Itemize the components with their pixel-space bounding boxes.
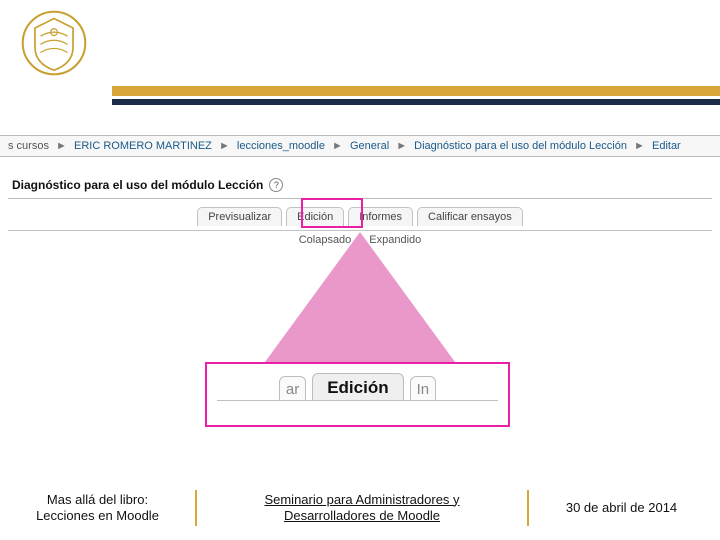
crumb-sep: ► <box>332 140 343 152</box>
footer-left-line2: Lecciones en Moodle <box>14 508 181 524</box>
footer-mid-line2: Desarrolladores de Moodle <box>211 508 513 524</box>
tab-previsualizar[interactable]: Previsualizar <box>197 207 282 226</box>
zoom-next-fragment: In <box>410 376 437 400</box>
brand-bars <box>0 83 720 107</box>
crumb-4[interactable]: Diagnóstico para el uso del módulo Lecci… <box>414 140 627 152</box>
page-title: Diagnóstico para el uso del módulo Lecci… <box>12 178 263 192</box>
callout-box-bottom: ar Edición In <box>205 362 510 427</box>
tabs-row: Previsualizar Edición Informes Calificar… <box>8 205 712 230</box>
crumb-sep: ► <box>56 140 67 152</box>
zoom-tab-edicion[interactable]: Edición <box>312 373 403 400</box>
zoom-divider <box>217 400 498 401</box>
navy-bar <box>112 99 720 105</box>
header-area <box>0 5 720 93</box>
crumb-0: s cursos <box>8 140 49 152</box>
footer-date: 30 de abril de 2014 <box>543 500 700 516</box>
crumb-5[interactable]: Editar <box>652 140 681 152</box>
divider <box>8 198 712 199</box>
crumb-2[interactable]: lecciones_moodle <box>237 140 325 152</box>
gold-bar <box>112 86 720 96</box>
breadcrumb: s cursos ► ERIC ROMERO MARTINEZ ► leccio… <box>0 135 720 157</box>
footer: Mas allá del libro: Lecciones en Moodle … <box>0 488 720 529</box>
help-icon[interactable]: ? <box>269 178 283 192</box>
tab-informes[interactable]: Informes <box>348 207 413 226</box>
crumb-sep: ► <box>396 140 407 152</box>
crumb-sep: ► <box>219 140 230 152</box>
shield-icon <box>20 9 88 77</box>
zoom-prev-fragment: ar <box>279 376 306 400</box>
subtab-colapsado[interactable]: Colapsado <box>299 234 352 246</box>
crumb-3[interactable]: General <box>350 140 389 152</box>
footer-left-line1: Mas allá del libro: <box>14 492 181 508</box>
tab-edicion[interactable]: Edición <box>286 207 344 226</box>
crumb-1[interactable]: ERIC ROMERO MARTINEZ <box>74 140 212 152</box>
subtab-expandido[interactable]: Expandido <box>369 234 421 246</box>
tab-calificar-ensayos[interactable]: Calificar ensayos <box>417 207 523 226</box>
unam-logo <box>18 7 90 79</box>
callout-triangle <box>265 232 455 362</box>
crumb-sep: ► <box>634 140 645 152</box>
subtabs-row: Colapsado Expandido <box>8 230 712 246</box>
footer-mid-line1: Seminario para Administradores y <box>211 492 513 508</box>
